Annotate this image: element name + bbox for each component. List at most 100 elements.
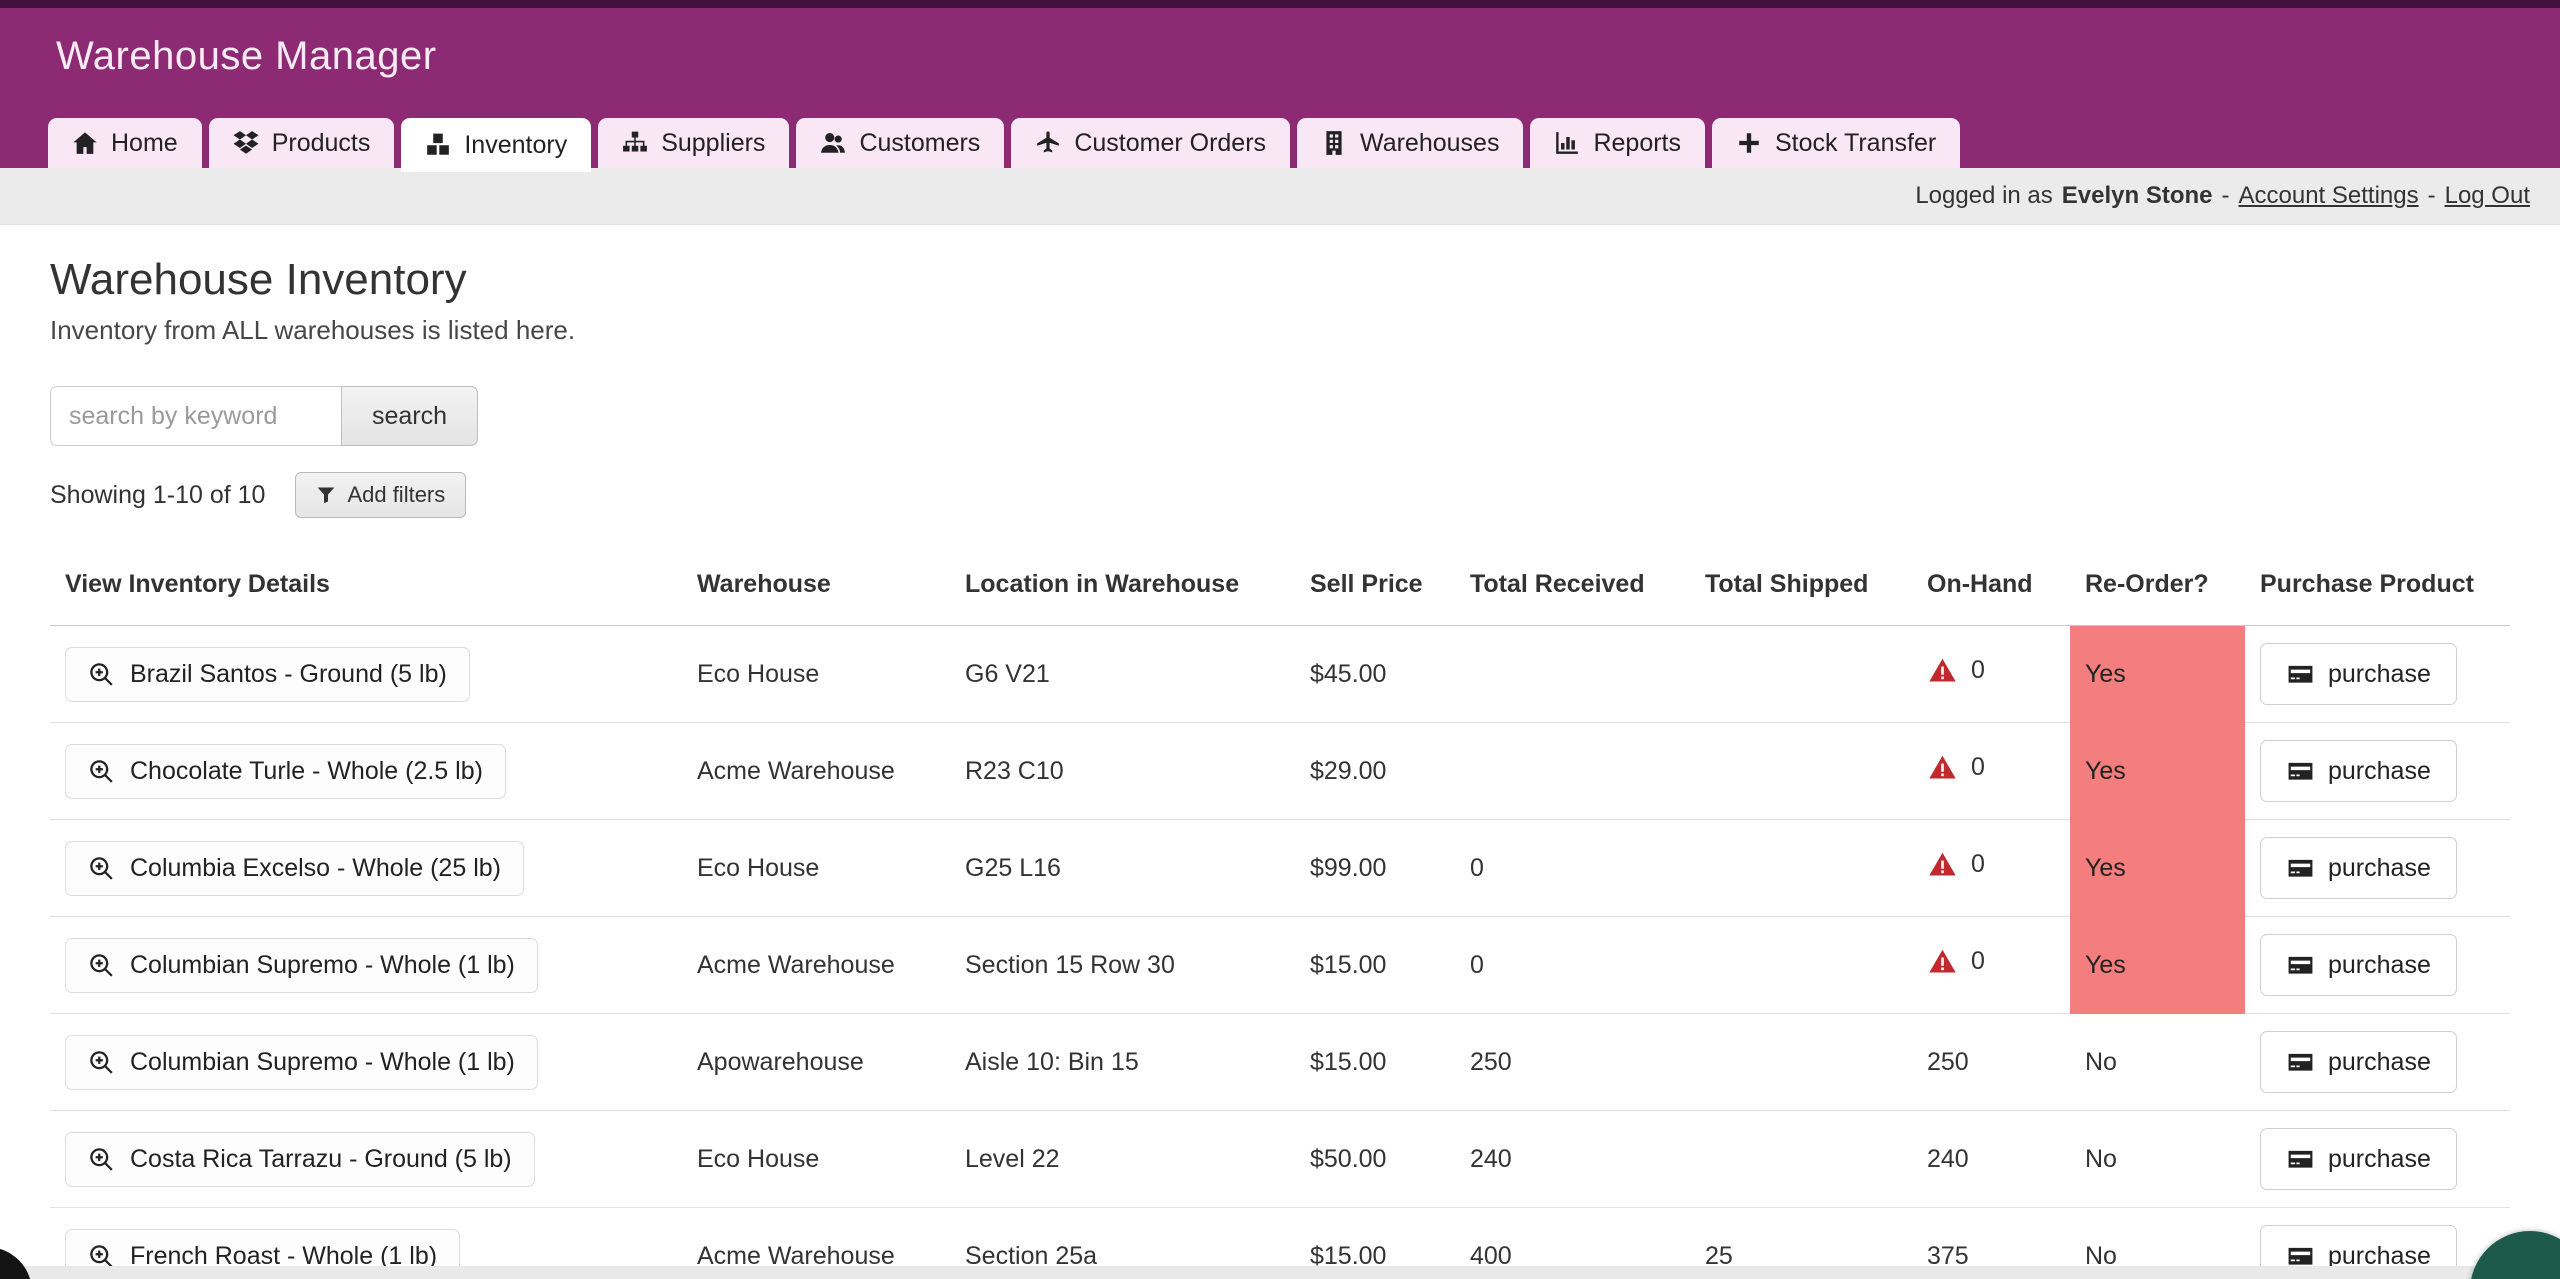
search-plus-icon [88, 758, 115, 785]
tab-icon [1321, 130, 1347, 156]
main-content: Warehouse Inventory Inventory from ALL w… [0, 255, 2560, 1279]
tab-label: Warehouses [1360, 129, 1499, 158]
tab-home[interactable]: Home [48, 118, 202, 168]
app-title: Warehouse Manager [0, 8, 2560, 79]
total-received-cell: 240 [1455, 1111, 1690, 1208]
warehouse-cell: Apowarehouse [682, 1014, 950, 1111]
tab-customer-orders[interactable]: Customer Orders [1011, 118, 1290, 168]
purchase-label: purchase [2328, 660, 2431, 689]
purchase-button[interactable]: purchase [2260, 934, 2457, 996]
total-shipped-cell [1690, 820, 1912, 917]
tab-label: Customers [859, 129, 980, 158]
on-hand-value: 0 [1971, 947, 1985, 976]
tab-suppliers[interactable]: Suppliers [598, 118, 789, 168]
credit-card-icon [2286, 661, 2315, 687]
reorder-cell: Yes [2070, 917, 2245, 1014]
purchase-button[interactable]: purchase [2260, 643, 2457, 705]
warehouse-cell: Acme Warehouse [682, 723, 950, 820]
tab-inventory[interactable]: Inventory [401, 118, 591, 172]
low-stock-warning-icon [1927, 948, 1958, 976]
product-name: Brazil Santos - Ground (5 lb) [130, 660, 447, 689]
tab-label: Products [272, 129, 371, 158]
inventory-table-body: Brazil Santos - Ground (5 lb) Eco House … [50, 626, 2510, 1279]
app-header: Warehouse Manager Home Products Inventor… [0, 8, 2560, 168]
purchase-button[interactable]: purchase [2260, 837, 2457, 899]
warehouse-cell: Eco House [682, 820, 950, 917]
page-title: Warehouse Inventory [50, 255, 2510, 305]
purchase-button[interactable]: purchase [2260, 1031, 2457, 1093]
product-name: Columbia Excelso - Whole (25 lb) [130, 854, 501, 883]
tab-icon [1554, 130, 1580, 156]
col-view-inventory-details: View Inventory Details [50, 546, 682, 626]
total-shipped-cell [1690, 1014, 1912, 1111]
purchase-button[interactable]: purchase [2260, 1128, 2457, 1190]
on-hand-value: 0 [1971, 850, 1985, 879]
logged-in-prefix: Logged in as [1915, 182, 2052, 210]
location-cell: Level 22 [950, 1111, 1295, 1208]
on-hand-value: 0 [1971, 753, 1985, 782]
reorder-cell: No [2070, 1111, 2245, 1208]
add-filters-label: Add filters [347, 482, 445, 508]
tab-icon [1035, 130, 1061, 156]
search-input[interactable] [50, 386, 342, 446]
warehouse-cell: Eco House [682, 1111, 950, 1208]
tab-products[interactable]: Products [209, 118, 395, 168]
purchase-label: purchase [2328, 1145, 2431, 1174]
search-button[interactable]: search [341, 386, 478, 446]
view-inventory-details-button[interactable]: Brazil Santos - Ground (5 lb) [65, 647, 470, 702]
location-cell: R23 C10 [950, 723, 1295, 820]
product-name: Chocolate Turle - Whole (2.5 lb) [130, 757, 483, 786]
separator-dash: - [2221, 182, 2229, 210]
table-row: Brazil Santos - Ground (5 lb) Eco House … [50, 626, 2510, 723]
sell-price-cell: $29.00 [1295, 723, 1455, 820]
nav-tabs: Home Products Inventory Suppliers Custom… [48, 118, 1960, 168]
view-inventory-details-button[interactable]: Columbian Supremo - Whole (1 lb) [65, 1035, 538, 1090]
reorder-cell: Yes [2070, 723, 2245, 820]
view-inventory-details-button[interactable]: Columbian Supremo - Whole (1 lb) [65, 938, 538, 993]
table-row: Columbia Excelso - Whole (25 lb) Eco Hou… [50, 820, 2510, 917]
tab-icon [1736, 130, 1762, 156]
total-shipped-cell [1690, 626, 1912, 723]
account-settings-link[interactable]: Account Settings [2238, 182, 2418, 210]
purchase-label: purchase [2328, 757, 2431, 786]
search-plus-icon [88, 1049, 115, 1076]
view-inventory-details-button[interactable]: Chocolate Turle - Whole (2.5 lb) [65, 744, 506, 799]
view-inventory-details-button[interactable]: Costa Rica Tarrazu - Ground (5 lb) [65, 1132, 535, 1187]
tab-label: Reports [1593, 129, 1681, 158]
location-cell: G6 V21 [950, 626, 1295, 723]
results-summary: Showing 1-10 of 10 [50, 481, 265, 510]
tab-stock-transfer[interactable]: Stock Transfer [1712, 118, 1960, 168]
view-inventory-details-button[interactable]: Columbia Excelso - Whole (25 lb) [65, 841, 524, 896]
log-out-link[interactable]: Log Out [2445, 182, 2530, 210]
sell-price-cell: $15.00 [1295, 1014, 1455, 1111]
sell-price-cell: $15.00 [1295, 917, 1455, 1014]
tab-label: Customer Orders [1074, 129, 1266, 158]
location-cell: Aisle 10: Bin 15 [950, 1014, 1295, 1111]
separator-dash: - [2428, 182, 2436, 210]
credit-card-icon [2286, 952, 2315, 978]
filter-funnel-icon [316, 485, 336, 505]
total-received-cell: 250 [1455, 1014, 1690, 1111]
credit-card-icon [2286, 1146, 2315, 1172]
window-top-edge [0, 0, 2560, 8]
total-received-cell [1455, 723, 1690, 820]
total-received-cell: 0 [1455, 820, 1690, 917]
tab-reports[interactable]: Reports [1530, 118, 1705, 168]
purchase-label: purchase [2328, 854, 2431, 883]
tab-warehouses[interactable]: Warehouses [1297, 118, 1523, 168]
search-plus-icon [88, 661, 115, 688]
low-stock-warning-icon [1927, 754, 1958, 782]
total-received-cell [1455, 626, 1690, 723]
purchase-button[interactable]: purchase [2260, 740, 2457, 802]
tab-icon [233, 130, 259, 156]
reorder-cell: No [2070, 1014, 2245, 1111]
location-cell: G25 L16 [950, 820, 1295, 917]
purchase-label: purchase [2328, 1048, 2431, 1077]
add-filters-button[interactable]: Add filters [295, 472, 466, 518]
search-plus-icon [88, 1146, 115, 1173]
tab-label: Home [111, 129, 178, 158]
tab-customers[interactable]: Customers [796, 118, 1004, 168]
credit-card-icon [2286, 1049, 2315, 1075]
on-hand-value: 250 [1927, 1048, 1969, 1077]
user-bar: Logged in as Evelyn Stone - Account Sett… [0, 168, 2560, 225]
